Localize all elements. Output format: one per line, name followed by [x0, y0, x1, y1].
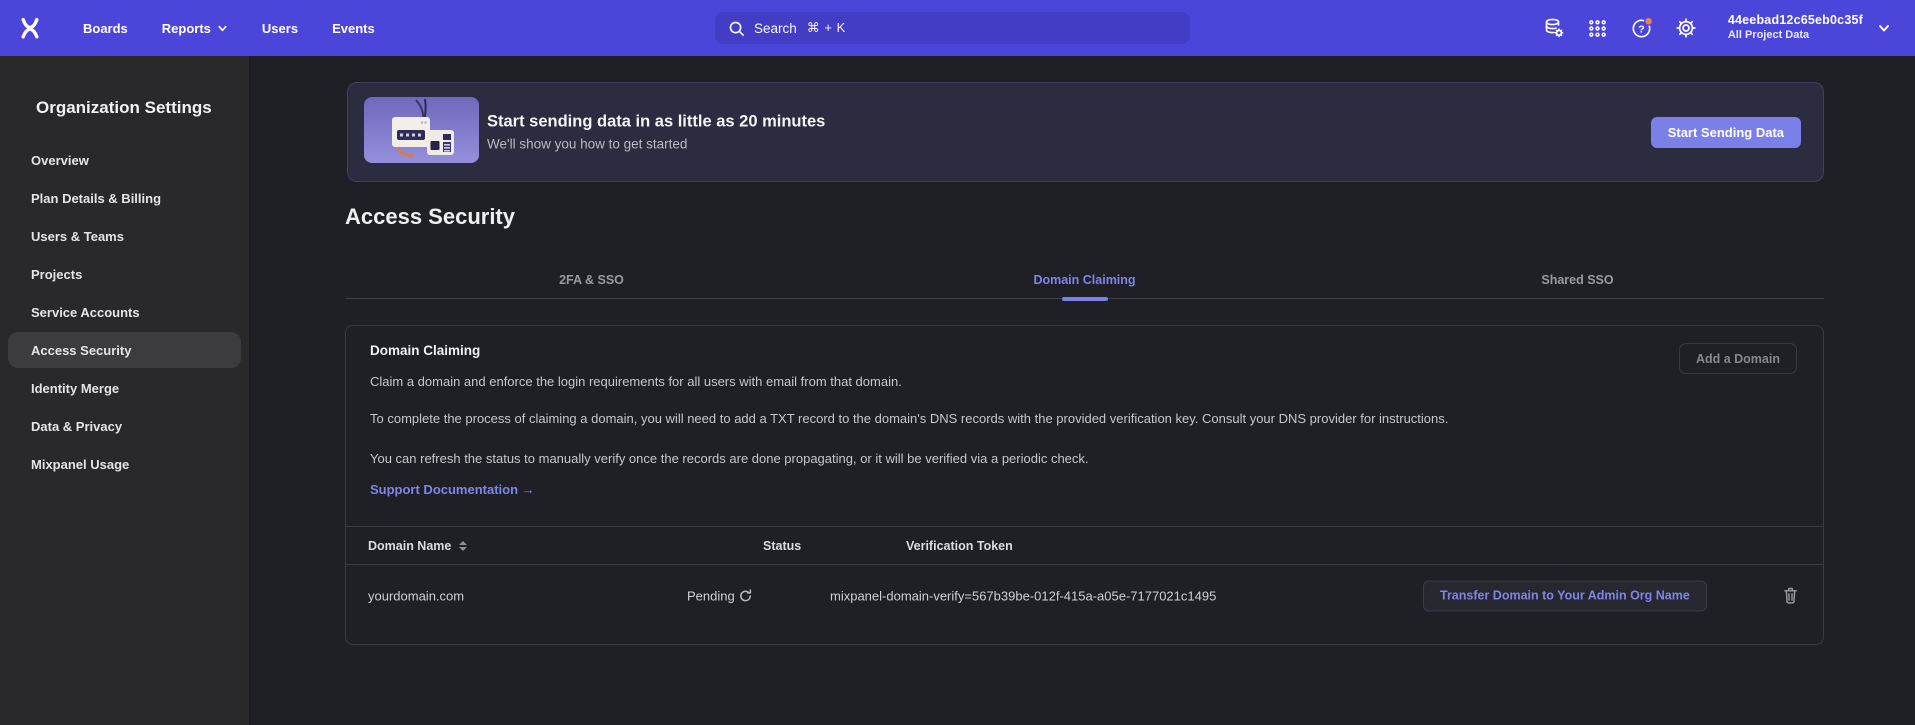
table-row: yourdomain.com Pending mixpanel-domain-v…	[346, 565, 1823, 626]
description-paragraph: Claim a domain and enforce the login req…	[370, 372, 1450, 392]
start-sending-data-button[interactable]: Start Sending Data	[1651, 117, 1801, 148]
sidebar-item-service-accounts[interactable]: Service Accounts	[8, 294, 241, 330]
banner-title: Start sending data in as little as 20 mi…	[487, 113, 825, 132]
column-header-label: Domain Name	[368, 539, 451, 553]
column-header-verification-token: Verification Token	[906, 539, 1013, 553]
nav-item-boards[interactable]: Boards	[83, 21, 128, 36]
support-documentation-link[interactable]: Support Documentation →	[370, 480, 535, 500]
tab-label: 2FA & SSO	[559, 273, 624, 287]
sidebar-item-label: Data & Privacy	[31, 419, 122, 434]
domain-claiming-card: Domain Claiming Add a Domain Claim a dom…	[345, 325, 1824, 645]
refresh-icon	[738, 588, 753, 603]
tab-label: Shared SSO	[1541, 273, 1613, 287]
help-icon: ?	[1630, 16, 1654, 40]
banner-subtitle: We'll show you how to get started	[487, 137, 825, 152]
sidebar-item-label: Projects	[31, 267, 82, 282]
nav-item-label: Reports	[162, 21, 211, 36]
nav-item-users[interactable]: Users	[262, 21, 298, 36]
project-name: All Project Data	[1728, 29, 1863, 43]
apps-menu-button[interactable]	[1586, 16, 1610, 40]
page-title: Access Security	[345, 204, 515, 230]
org-settings-sidebar: Organization Settings Overview Plan Deta…	[0, 56, 251, 725]
sidebar-item-label: Plan Details & Billing	[31, 191, 161, 206]
sidebar-item-projects[interactable]: Projects	[8, 256, 241, 292]
description-paragraph: To complete the process of claiming a do…	[370, 409, 1450, 429]
sidebar-item-access-security[interactable]: Access Security	[8, 332, 241, 368]
sidebar-item-overview[interactable]: Overview	[8, 142, 241, 178]
mixpanel-logo-icon[interactable]	[17, 15, 43, 41]
user-menu-chevron-button[interactable]	[1877, 21, 1891, 35]
tab-shared-sso[interactable]: Shared SSO	[1331, 262, 1824, 298]
table-header-row: Domain Name Status Verification Token	[346, 527, 1823, 565]
getting-started-illustration	[364, 97, 479, 163]
nav-item-events[interactable]: Events	[332, 21, 375, 36]
onboarding-banner: Start sending data in as little as 20 mi…	[347, 82, 1824, 182]
sidebar-item-mixpanel-usage[interactable]: Mixpanel Usage	[8, 446, 241, 482]
top-navbar: Boards Reports Users Events Search ⌘ + K	[0, 0, 1915, 56]
notification-badge	[1645, 17, 1653, 25]
sidebar-nav: Overview Plan Details & Billing Users & …	[0, 140, 249, 482]
delete-domain-button[interactable]	[1780, 586, 1800, 606]
help-button[interactable]: ?	[1630, 16, 1654, 40]
sort-icon[interactable]	[459, 541, 467, 551]
chevron-down-icon	[217, 23, 228, 34]
sidebar-item-plan-details-billing[interactable]: Plan Details & Billing	[8, 180, 241, 216]
section-title: Domain Claiming	[370, 342, 1799, 360]
transfer-domain-button[interactable]: Transfer Domain to Your Admin Org Name	[1423, 580, 1707, 611]
nav-item-label: Events	[332, 21, 375, 36]
sidebar-item-label: Overview	[31, 153, 89, 168]
primary-nav: Boards Reports Users Events	[83, 21, 375, 36]
data-management-button[interactable]	[1542, 16, 1566, 40]
sidebar-title: Organization Settings	[36, 98, 212, 118]
settings-button[interactable]	[1674, 16, 1698, 40]
gear-icon	[1675, 17, 1697, 39]
search-icon	[728, 20, 745, 37]
sidebar-item-label: Service Accounts	[31, 305, 140, 320]
trash-icon	[1782, 586, 1799, 605]
org-id: 44eebad12c65eb0c35f	[1728, 13, 1863, 29]
nav-item-label: Boards	[83, 21, 128, 36]
column-header-status: Status	[763, 539, 801, 553]
sidebar-item-users-teams[interactable]: Users & Teams	[8, 218, 241, 254]
sidebar-item-label: Mixpanel Usage	[31, 457, 129, 472]
main-content: Start sending data in as little as 20 mi…	[252, 56, 1915, 725]
verification-token-cell: mixpanel-domain-verify=567b39be-012f-415…	[830, 588, 1216, 603]
tab-2fa-sso[interactable]: 2FA & SSO	[345, 262, 838, 298]
sidebar-item-label: Access Security	[31, 343, 131, 358]
sidebar-item-data-privacy[interactable]: Data & Privacy	[8, 408, 241, 444]
sidebar-item-label: Identity Merge	[31, 381, 119, 396]
tab-label: Domain Claiming	[1033, 273, 1135, 287]
sidebar-item-identity-merge[interactable]: Identity Merge	[8, 370, 241, 406]
nav-item-label: Users	[262, 21, 298, 36]
navbar-right-cluster: ? 44eebad12c65eb0c35f All Project Data	[1522, 0, 1915, 56]
database-gear-icon	[1543, 17, 1565, 39]
sidebar-item-label: Users & Teams	[31, 229, 124, 244]
search-placeholder: Search	[754, 21, 797, 36]
status-cell: Pending	[687, 588, 735, 603]
search-shortcut-hint: ⌘ + K	[807, 20, 846, 36]
banner-text: Start sending data in as little as 20 mi…	[487, 113, 825, 152]
svg-text:?: ?	[1638, 23, 1644, 35]
domains-table: Domain Name Status Verification Token yo…	[346, 526, 1823, 626]
tab-domain-claiming[interactable]: Domain Claiming	[838, 262, 1331, 298]
chevron-down-icon	[1877, 21, 1891, 35]
description-paragraph: You can refresh the status to manually v…	[370, 449, 1450, 469]
active-tab-indicator	[1062, 297, 1108, 301]
apps-grid-icon	[1587, 18, 1608, 39]
global-search-input[interactable]: Search ⌘ + K	[715, 12, 1190, 44]
access-security-tabs: 2FA & SSO Domain Claiming Shared SSO	[345, 262, 1824, 299]
column-header-domain-name[interactable]: Domain Name	[368, 539, 467, 553]
domain-name-cell: yourdomain.com	[368, 588, 464, 603]
add-domain-button[interactable]: Add a Domain	[1679, 343, 1797, 374]
nav-item-reports[interactable]: Reports	[162, 21, 228, 36]
user-org-menu[interactable]: 44eebad12c65eb0c35f All Project Data	[1728, 13, 1863, 43]
refresh-status-button[interactable]	[738, 588, 753, 603]
